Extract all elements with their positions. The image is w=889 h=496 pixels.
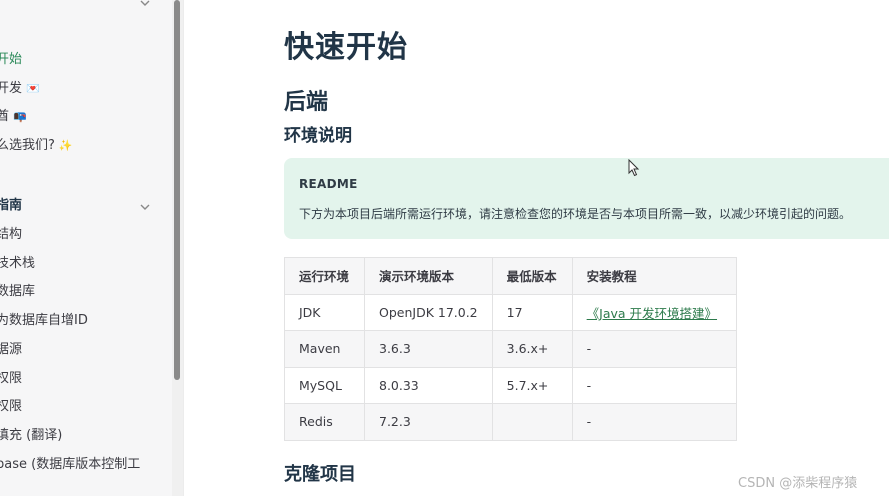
mailbox-icon: 📭: [13, 110, 27, 123]
table-header-row: 运行环境 演示环境版本 最低版本 安装教程: [284, 257, 737, 295]
tip-text: 下方为本项目后端所需运行环境，请注意检查您的环境是否与本项目所需一致，以减少环境…: [299, 207, 852, 221]
chevron-down-icon[interactable]: [138, 200, 152, 214]
table-cell: MySQL: [284, 366, 365, 404]
table-cell: JDK: [284, 293, 365, 331]
sidebar-item-dev[interactable]: 开发 💌: [0, 80, 40, 98]
java-setup-link[interactable]: 《Java 开发环境搭建》: [587, 306, 717, 321]
sidebar: 开始 开发 💌 酋 📭 么选我们? ✨ 指南 结构 技术栈 数据库 为数据库自增ID …: [0, 0, 172, 496]
table-cell: 7.2.3: [364, 403, 493, 441]
section-heading-backend: 后端: [284, 90, 329, 115]
tip-title: README: [299, 177, 358, 191]
table-cell: 17: [491, 293, 573, 331]
subsection-heading-clone: 克隆项目: [284, 464, 356, 485]
table-cell: OpenJDK 17.0.2: [364, 293, 493, 331]
mouse-cursor-icon: [628, 159, 640, 177]
chevron-down-icon[interactable]: [138, 0, 152, 10]
table-row: MySQL 8.0.33 5.7.x+ -: [284, 366, 737, 404]
table-cell: 3.6.x+: [491, 330, 573, 368]
column-header: 最低版本: [491, 257, 573, 295]
table-cell: Maven: [284, 330, 365, 368]
table-row: Maven 3.6.3 3.6.x+ -: [284, 330, 737, 368]
table-cell: 8.0.33: [364, 366, 493, 404]
scrollbar-thumb[interactable]: [174, 0, 180, 380]
table-row: Redis 7.2.3 -: [284, 403, 737, 441]
sidebar-item-why-us[interactable]: 么选我们? ✨: [0, 137, 73, 155]
page-title: 快速开始: [284, 30, 408, 65]
sidebar-item-permission-2[interactable]: 权限: [0, 398, 22, 416]
readme-tip-box: README 下方为本项目后端所需运行环境，请注意检查您的环境是否与本项目所需一…: [284, 158, 889, 239]
column-header: 安装教程: [571, 257, 737, 295]
sidebar-item-datasource[interactable]: 据源: [0, 341, 22, 359]
sidebar-item-permission[interactable]: 权限: [0, 370, 22, 388]
table-cell: [491, 403, 573, 441]
sidebar-item-fill-translate[interactable]: 填充 (翻译): [0, 427, 62, 445]
table-cell: -: [571, 403, 737, 441]
sidebar-item-label: 开发: [0, 81, 23, 96]
sparkles-icon: ✨: [58, 139, 73, 152]
sidebar-item-database[interactable]: 数据库: [0, 283, 35, 301]
sidebar-item-label: 酋: [0, 109, 10, 124]
column-header: 演示环境版本: [364, 257, 493, 295]
table-cell: -: [571, 366, 737, 404]
table-cell: 3.6.3: [364, 330, 493, 368]
sidebar-item-db-versioning[interactable]: base (数据库版本控制工: [0, 456, 140, 474]
table-cell: 《Java 开发环境搭建》: [571, 293, 737, 331]
divider: [183, 0, 184, 496]
table-cell: 5.7.x+: [491, 366, 573, 404]
table-cell: -: [571, 330, 737, 368]
sidebar-item-tech-stack[interactable]: 技术栈: [0, 255, 35, 273]
love-letter-icon: 💌: [26, 82, 40, 95]
sidebar-item-start[interactable]: 开始: [0, 51, 22, 69]
sidebar-item-label: 么选我们?: [0, 138, 55, 153]
watermark: CSDN @添柴程序猿: [738, 476, 858, 491]
sidebar-item-auto-id[interactable]: 为数据库自增ID: [0, 312, 88, 330]
environment-table: 运行环境 演示环境版本 最低版本 安装教程 JDK OpenJDK 17.0.2…: [284, 257, 737, 441]
sidebar-section-guide[interactable]: 指南: [0, 197, 22, 215]
sidebar-item-mailbox[interactable]: 酋 📭: [0, 108, 27, 126]
sidebar-item-structure[interactable]: 结构: [0, 226, 22, 244]
column-header: 运行环境: [284, 257, 365, 295]
subsection-heading-env: 环境说明: [284, 126, 352, 146]
sidebar-item-label: 开始: [0, 52, 23, 67]
table-row: JDK OpenJDK 17.0.2 17 《Java 开发环境搭建》: [284, 293, 737, 331]
table-cell: Redis: [284, 403, 365, 441]
